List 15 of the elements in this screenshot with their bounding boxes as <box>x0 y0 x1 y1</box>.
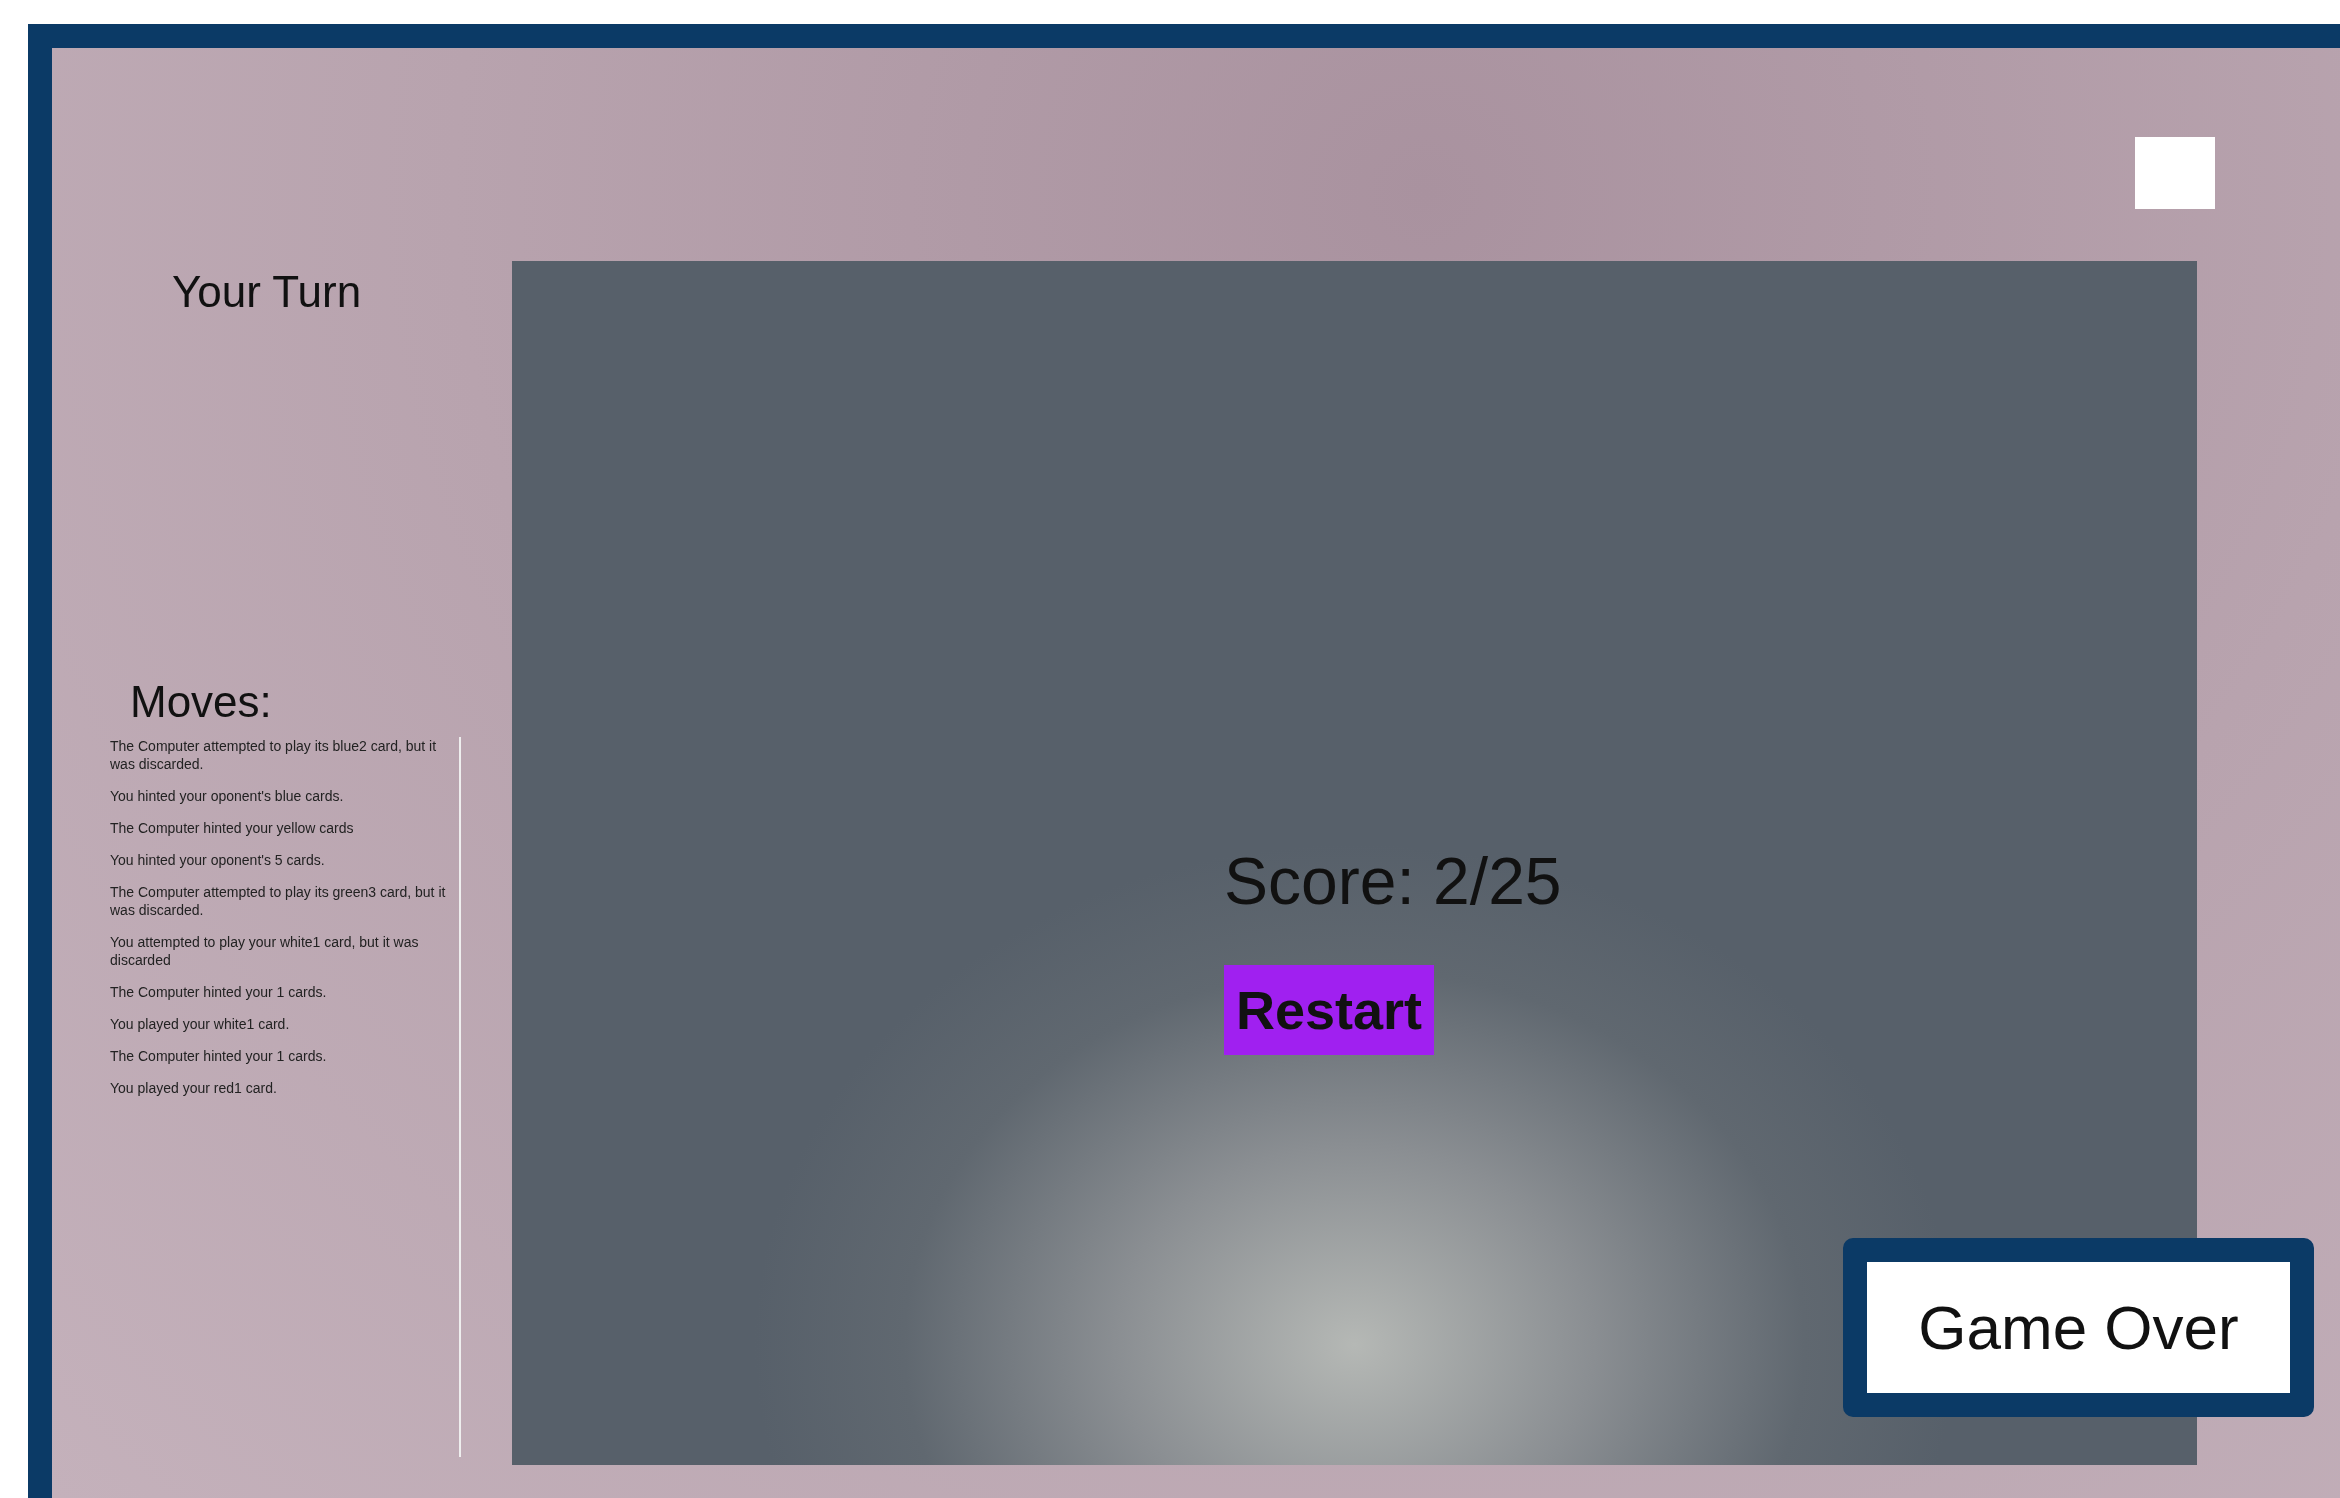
restart-button[interactable]: Restart <box>1224 965 1435 1055</box>
moves-title: Moves: <box>130 677 273 728</box>
move-entry: You played your red1 card. <box>110 1079 278 1097</box>
turn-label: Your Turn <box>172 267 363 318</box>
move-entry: The Computer hinted your yellow cards <box>110 819 355 837</box>
move-entry: The Computer hinted your 1 cards. <box>110 1047 328 1065</box>
move-entry: You hinted your oponent's blue cards. <box>110 787 345 805</box>
move-entry: You attempted to play your white1 card, but it was discarded <box>110 933 420 969</box>
move-entry: The Computer attempted to play its green3 card, but it was discarded. <box>110 883 447 919</box>
move-entry: The Computer hinted your 1 cards. <box>110 983 328 1001</box>
score-text: Score: 2/25 <box>1224 843 1562 919</box>
move-entry: You hinted your oponent's 5 cards. <box>110 851 326 869</box>
game-over-banner: Game Over <box>1843 1238 2314 1417</box>
move-entry: You played your white1 card. <box>110 1015 291 1033</box>
move-entry: The Computer attempted to play its blue2 card, but it was discarded. <box>110 737 438 773</box>
